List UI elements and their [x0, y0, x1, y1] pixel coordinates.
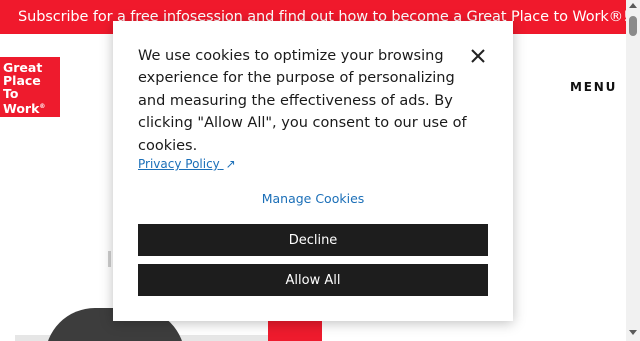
privacy-policy-label[interactable]: Privacy Policy: [138, 157, 220, 171]
logo-registered-mark: ®: [39, 103, 46, 110]
logo-line-4-text: Work: [3, 101, 40, 117]
page-scrollbar[interactable]: [626, 0, 640, 341]
logo[interactable]: Great Place To Work®: [0, 57, 60, 117]
close-icon[interactable]: [469, 47, 487, 65]
hero-decoration: [108, 251, 111, 267]
manage-cookies-link[interactable]: Manage Cookies: [113, 191, 513, 206]
hero-red-block: [268, 318, 322, 341]
menu-button[interactable]: MENU: [570, 80, 617, 94]
cookie-consent-dialog: We use cookies to optimize your browsing…: [113, 21, 513, 321]
cookie-message: We use cookies to optimize your browsing…: [138, 48, 467, 154]
logo-line-4: Work®: [3, 100, 60, 115]
logo-line-3: To: [3, 86, 19, 101]
external-link-icon: ↗: [225, 157, 236, 171]
scroll-up-arrow-icon[interactable]: [629, 3, 637, 8]
privacy-policy-link[interactable]: Privacy Policy ↗: [138, 157, 236, 171]
decline-button[interactable]: Decline: [138, 224, 488, 256]
allow-all-button[interactable]: Allow All: [138, 264, 488, 296]
scroll-down-arrow-icon[interactable]: [629, 330, 637, 335]
scrollbar-thumb[interactable]: [629, 16, 637, 36]
